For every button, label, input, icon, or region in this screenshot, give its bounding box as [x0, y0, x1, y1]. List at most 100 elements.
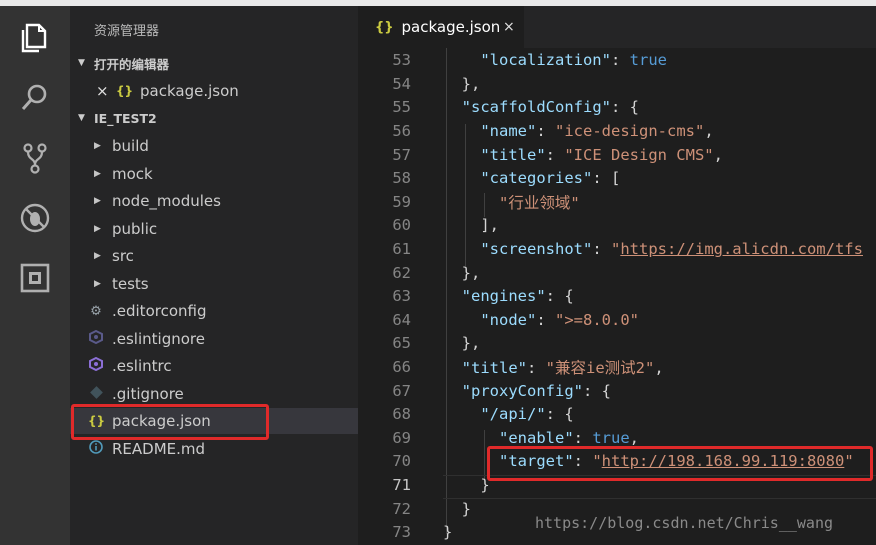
- git-icon: [88, 385, 104, 403]
- file-item-editorconfig[interactable]: ⚙ .editorconfig: [70, 298, 358, 324]
- code-token: "node": [480, 310, 537, 329]
- folder-item-mock[interactable]: ▶ mock: [70, 161, 358, 187]
- line-number: 58: [392, 169, 411, 188]
- code-token: :: [545, 145, 565, 164]
- explorer-icon[interactable]: [17, 20, 53, 56]
- line-number: 68: [392, 405, 411, 424]
- folder-item-tests[interactable]: ▶ tests: [70, 271, 358, 297]
- code-text: "screenshot": "https://img.alicdn.com/tf…: [443, 240, 863, 258]
- code-line: 66 "title": "兼容ie测试2",: [358, 355, 876, 379]
- code-token: :: [610, 51, 630, 70]
- code-token: },: [443, 334, 481, 353]
- code-text: },: [443, 75, 481, 93]
- open-editors-label: 打开的编辑器: [94, 56, 170, 72]
- code-text: "/api/": {: [443, 405, 573, 423]
- explorer-sidebar: 资源管理器 ▼ 打开的编辑器 × {} package.json ▼ IE_TE…: [70, 6, 358, 545]
- line-number: 56: [392, 122, 411, 141]
- project-label: IE_TEST2: [94, 110, 157, 126]
- tab-bar: {} package.json ×: [358, 6, 876, 48]
- line-number: 67: [392, 381, 411, 400]
- chevron-right-icon: ▶: [94, 251, 101, 261]
- code-token: "行业领域": [499, 193, 580, 212]
- code-token: ": [592, 452, 602, 471]
- code-text: "title": "ICE Design CMS",: [443, 146, 723, 164]
- code-token: :: [573, 428, 593, 447]
- folder-item-build[interactable]: ▶ build: [70, 133, 358, 159]
- code-line: 58 "categories": [: [358, 167, 876, 191]
- tab-package-json[interactable]: {} package.json ×: [358, 6, 524, 48]
- code-text: ],: [443, 216, 499, 234]
- code-token: "兼容ie测试2": [545, 359, 655, 378]
- code-line: 57 "title": "ICE Design CMS",: [358, 143, 876, 167]
- line-number: 53: [392, 51, 411, 70]
- project-header[interactable]: ▼ IE_TEST2: [70, 107, 358, 129]
- code-line: 60 ],: [358, 214, 876, 238]
- file-item-eslintrc[interactable]: .eslintrc: [70, 353, 358, 379]
- extensions-icon[interactable]: [17, 260, 53, 296]
- code-token: "ICE Design CMS": [564, 145, 714, 164]
- folder-label: build: [112, 137, 149, 155]
- code-token: ": [844, 452, 854, 471]
- code-token: "title": [461, 359, 527, 378]
- code-token: https://img.alicdn.com/tfs: [620, 240, 863, 259]
- folder-item-node-modules[interactable]: ▶ node_modules: [70, 188, 358, 214]
- file-label: .editorconfig: [112, 302, 207, 320]
- code-token: :: [573, 452, 593, 471]
- code-token: "scaffoldConfig": [461, 98, 611, 117]
- code-line: 69 "enable": true,: [358, 426, 876, 450]
- search-icon[interactable]: [17, 80, 53, 116]
- debug-icon[interactable]: [17, 200, 53, 236]
- code-token: "name": [480, 122, 537, 141]
- code-token: "screenshot": [480, 240, 593, 259]
- folder-item-public[interactable]: ▶ public: [70, 216, 358, 242]
- code-line: 54 },: [358, 72, 876, 96]
- code-text: "engines": {: [443, 287, 574, 305]
- file-label: .eslintrc: [112, 357, 172, 375]
- code-token: ": [610, 240, 621, 259]
- folder-item-src[interactable]: ▶ src: [70, 243, 358, 269]
- json-braces-icon: {}: [375, 19, 394, 35]
- code-line: 64 "node": ">=8.0.0": [358, 308, 876, 332]
- folder-label: public: [112, 220, 158, 238]
- code-text: },: [443, 264, 481, 282]
- open-editor-item[interactable]: × {} package.json: [70, 78, 358, 104]
- line-number: 61: [392, 240, 411, 259]
- close-icon[interactable]: ×: [503, 19, 515, 35]
- source-control-icon[interactable]: [17, 140, 53, 176]
- eslint-icon: [88, 356, 104, 375]
- code-line: 53 "localization": true: [358, 49, 876, 73]
- code-editor[interactable]: 53 "localization": true 54 }, 55 "scaffold…: [358, 48, 876, 545]
- file-item-readme[interactable]: README.md: [70, 436, 358, 462]
- line-number: 69: [392, 428, 411, 447]
- chevron-right-icon: ▶: [94, 196, 101, 206]
- tab-label: package.json: [401, 18, 501, 36]
- line-number: 72: [392, 499, 411, 518]
- folder-label: node_modules: [112, 192, 221, 210]
- info-icon: [88, 440, 104, 458]
- file-item-gitignore[interactable]: .gitignore: [70, 381, 358, 407]
- file-label: .gitignore: [112, 385, 184, 403]
- code-token: ],: [443, 216, 499, 235]
- open-editors-header[interactable]: ▼ 打开的编辑器: [70, 52, 358, 74]
- file-item-eslintignore[interactable]: .eslintignore: [70, 326, 358, 352]
- file-item-package-json[interactable]: {} package.json: [70, 408, 358, 434]
- line-number: 59: [392, 192, 411, 211]
- close-icon[interactable]: ×: [96, 82, 109, 100]
- code-token: }: [443, 476, 490, 495]
- code-token: :: [536, 310, 555, 329]
- code-line: 68 "/api/": {: [358, 403, 876, 427]
- folder-label: src: [112, 247, 134, 265]
- code-token: : {: [545, 287, 574, 306]
- line-number: 65: [392, 334, 411, 353]
- chevron-right-icon: ▶: [94, 279, 101, 289]
- code-line: 59 "行业领域": [358, 190, 876, 214]
- code-line: 63 "engines": {: [358, 285, 876, 309]
- code-line: 61 "screenshot": "https://img.alicdn.com…: [358, 237, 876, 261]
- line-number: 73: [392, 523, 411, 542]
